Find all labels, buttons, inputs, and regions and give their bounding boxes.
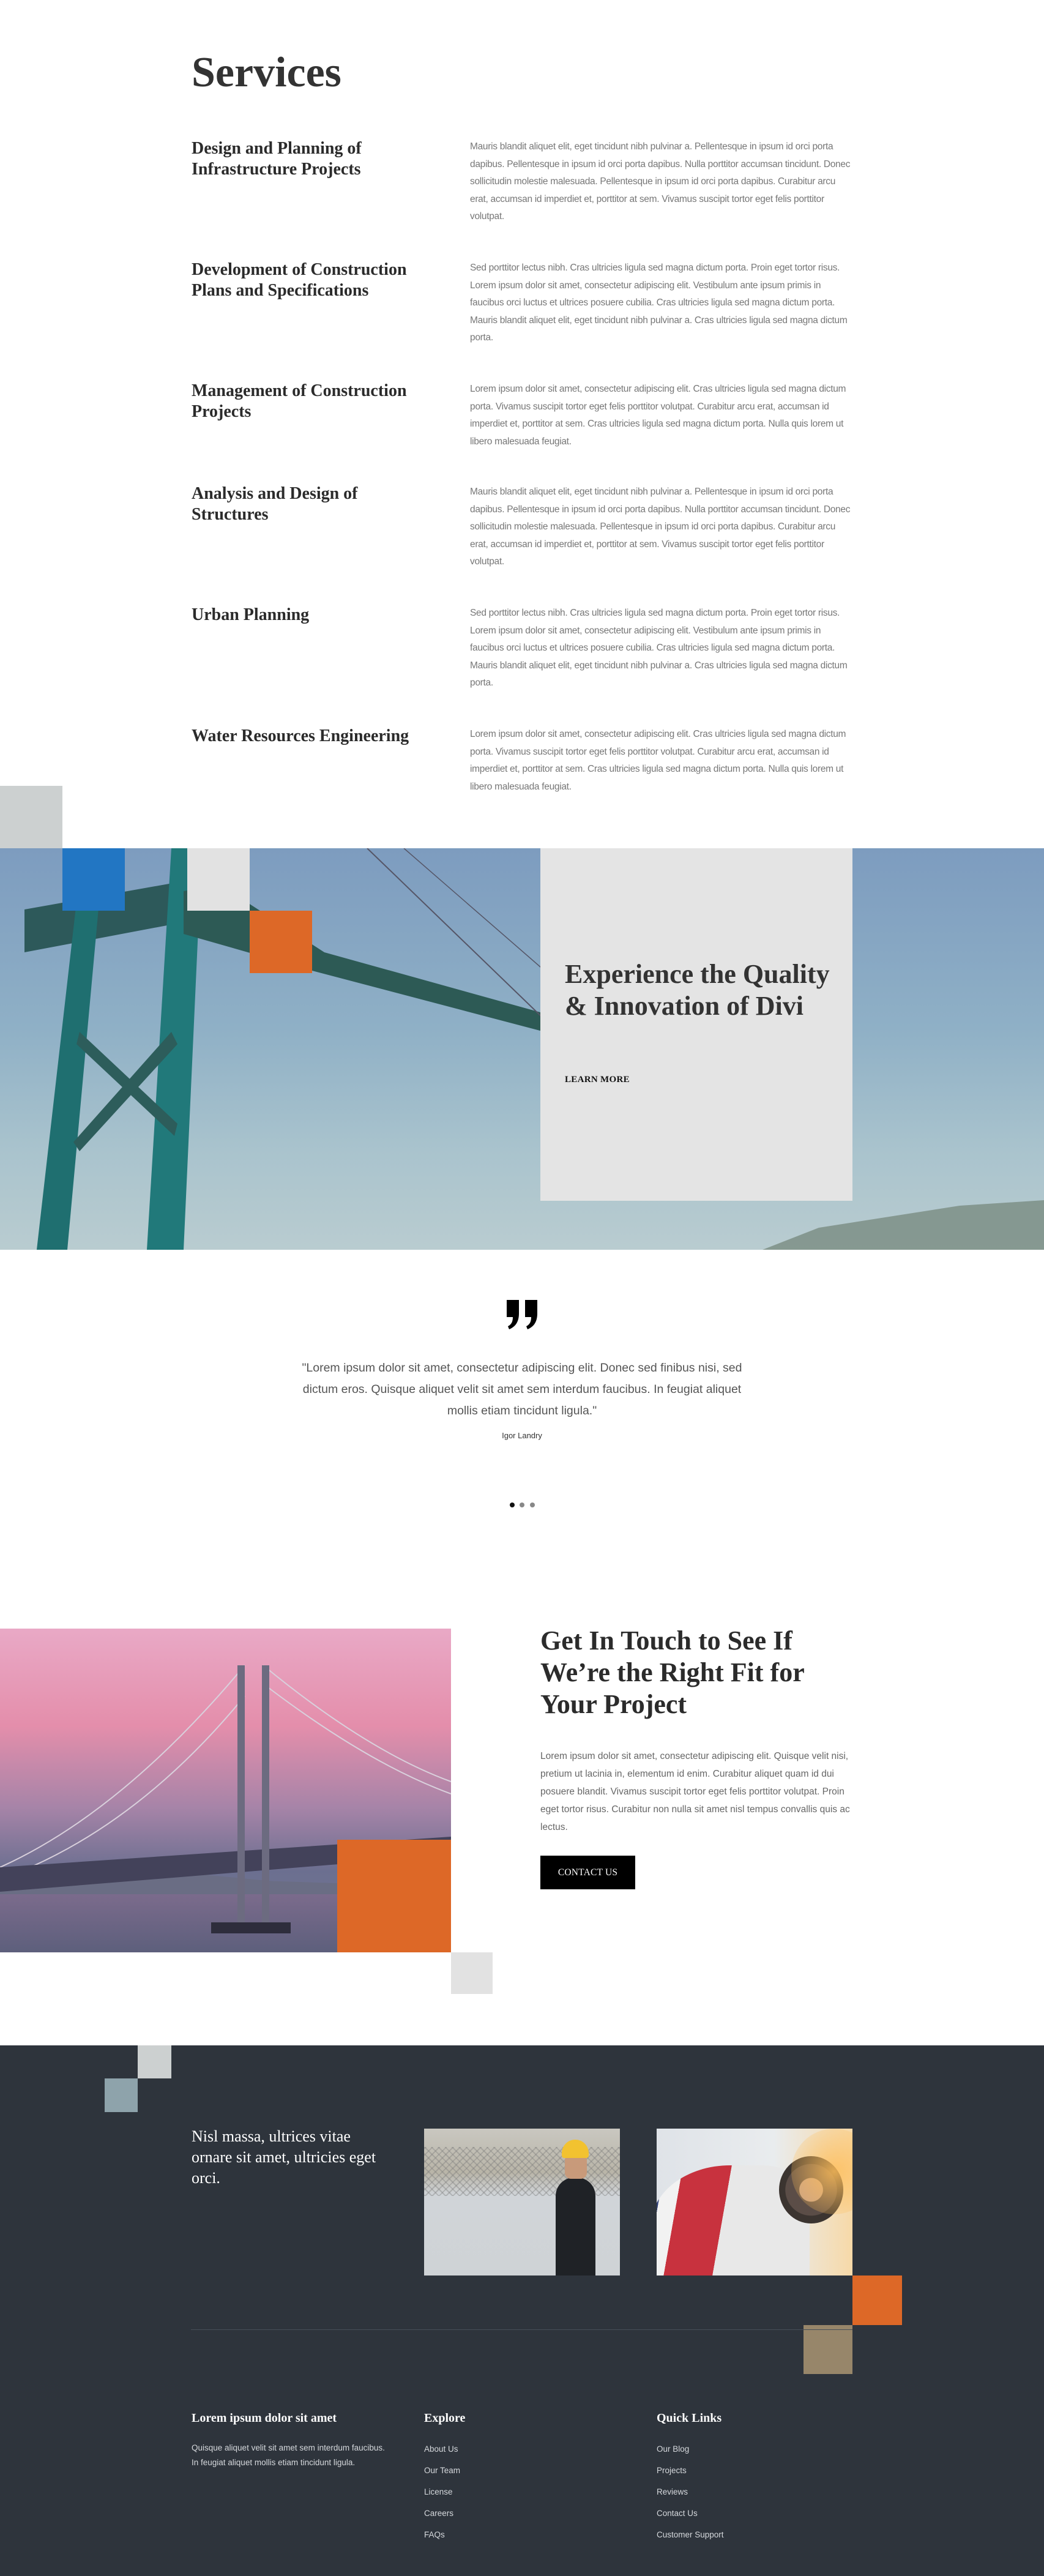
service-description: Mauris blandit aliquet elit, eget tincid… xyxy=(470,487,851,567)
footer-link-projects[interactable]: Projects xyxy=(657,2466,687,2475)
footer-link-about-us[interactable]: About Us xyxy=(424,2444,458,2454)
footer-link-reviews[interactable]: Reviews xyxy=(657,2487,688,2496)
decorative-square xyxy=(250,911,312,973)
decorative-square xyxy=(852,2275,902,2325)
footer-quick-links-title: Quick Links xyxy=(657,2411,722,2425)
service-description: Mauris blandit aliquet elit, eget tincid… xyxy=(470,141,851,222)
decorative-square xyxy=(62,848,125,911)
service-heading: Urban Planning xyxy=(192,605,310,624)
learn-more-link[interactable]: LEARN MORE xyxy=(565,1075,630,1085)
footer-link-license[interactable]: License xyxy=(424,2487,453,2496)
footer-link-our-team[interactable]: Our Team xyxy=(424,2466,460,2475)
mountains-graphic xyxy=(762,1200,1044,1250)
slider-dot-2[interactable] xyxy=(520,1503,524,1507)
banner-section: Experience the Quality & Innovation of D… xyxy=(0,848,1044,1250)
service-description: Lorem ipsum dolor sit amet, consectetur … xyxy=(470,729,846,792)
contact-title: Get In Touch to See If We’re the Right F… xyxy=(540,1626,804,1719)
footer-link-careers[interactable]: Careers xyxy=(424,2509,453,2518)
banner-title: Experience the Quality & Innovation of D… xyxy=(565,959,830,1021)
service-description: Lorem ipsum dolor sit amet, consectetur … xyxy=(470,384,846,447)
testimonial-author: Igor Landry xyxy=(502,1431,542,1440)
service-heading: Management of Construction Projects xyxy=(192,381,407,421)
footer-link-our-blog[interactable]: Our Blog xyxy=(657,2444,689,2454)
banner-card: Experience the Quality & Innovation of D… xyxy=(540,848,852,1201)
footer-divider xyxy=(191,2329,852,2330)
slider-dot-1[interactable] xyxy=(510,1503,515,1507)
service-heading: Development of Construction Plans and Sp… xyxy=(192,260,407,300)
footer-link-faqs[interactable]: FAQs xyxy=(424,2530,445,2539)
service-heading: Design and Planning of Infrastructure Pr… xyxy=(192,139,362,179)
footer-link-contact-us[interactable]: Contact Us xyxy=(657,2509,698,2518)
footer-explore-title: Explore xyxy=(424,2411,466,2425)
service-description: Sed porttitor lectus nibh. Cras ultricie… xyxy=(470,263,848,343)
decorative-square xyxy=(105,2078,138,2112)
decorative-square xyxy=(138,2045,171,2078)
decorative-square xyxy=(804,2325,852,2374)
footer-quick-links: Our Blog Projects Reviews Contact Us Cus… xyxy=(657,2443,724,2550)
slider-dot-3[interactable] xyxy=(530,1503,535,1507)
decorative-square xyxy=(451,1952,493,1994)
decorative-square xyxy=(337,1840,451,1952)
hard-hat-graphic xyxy=(562,2140,589,2158)
quote-icon xyxy=(507,1300,537,1329)
concrete-mixer-truck-photo xyxy=(657,2129,852,2275)
decorative-square xyxy=(0,786,62,848)
service-description: Sed porttitor lectus nibh. Cras ultricie… xyxy=(470,608,848,688)
service-heading: Water Resources Engineering xyxy=(192,726,409,745)
footer-about-text: Quisque aliquet velit sit amet sem inter… xyxy=(192,2443,385,2467)
service-heading: Analysis and Design of Structures xyxy=(192,484,358,524)
contact-us-button[interactable]: CONTACT US xyxy=(540,1856,635,1889)
testimonial-quote: "Lorem ipsum dolor sit amet, consectetur… xyxy=(302,1361,742,1417)
services-title: Services xyxy=(192,49,341,96)
engineer-head-graphic xyxy=(565,2154,587,2179)
footer-explore-links: About Us Our Team License Careers FAQs xyxy=(424,2443,460,2550)
contact-description: Lorem ipsum dolor sit amet, consectetur … xyxy=(540,1751,850,1832)
footer-link-customer-support[interactable]: Customer Support xyxy=(657,2530,724,2539)
engineer-graphic xyxy=(556,2178,595,2275)
decorative-square xyxy=(187,848,250,911)
engineer-with-tablet-photo xyxy=(424,2129,620,2275)
footer-about-title: Lorem ipsum dolor sit amet xyxy=(192,2411,337,2425)
footer-tagline: Nisl massa, ultrices vitae ornare sit am… xyxy=(192,2127,376,2187)
